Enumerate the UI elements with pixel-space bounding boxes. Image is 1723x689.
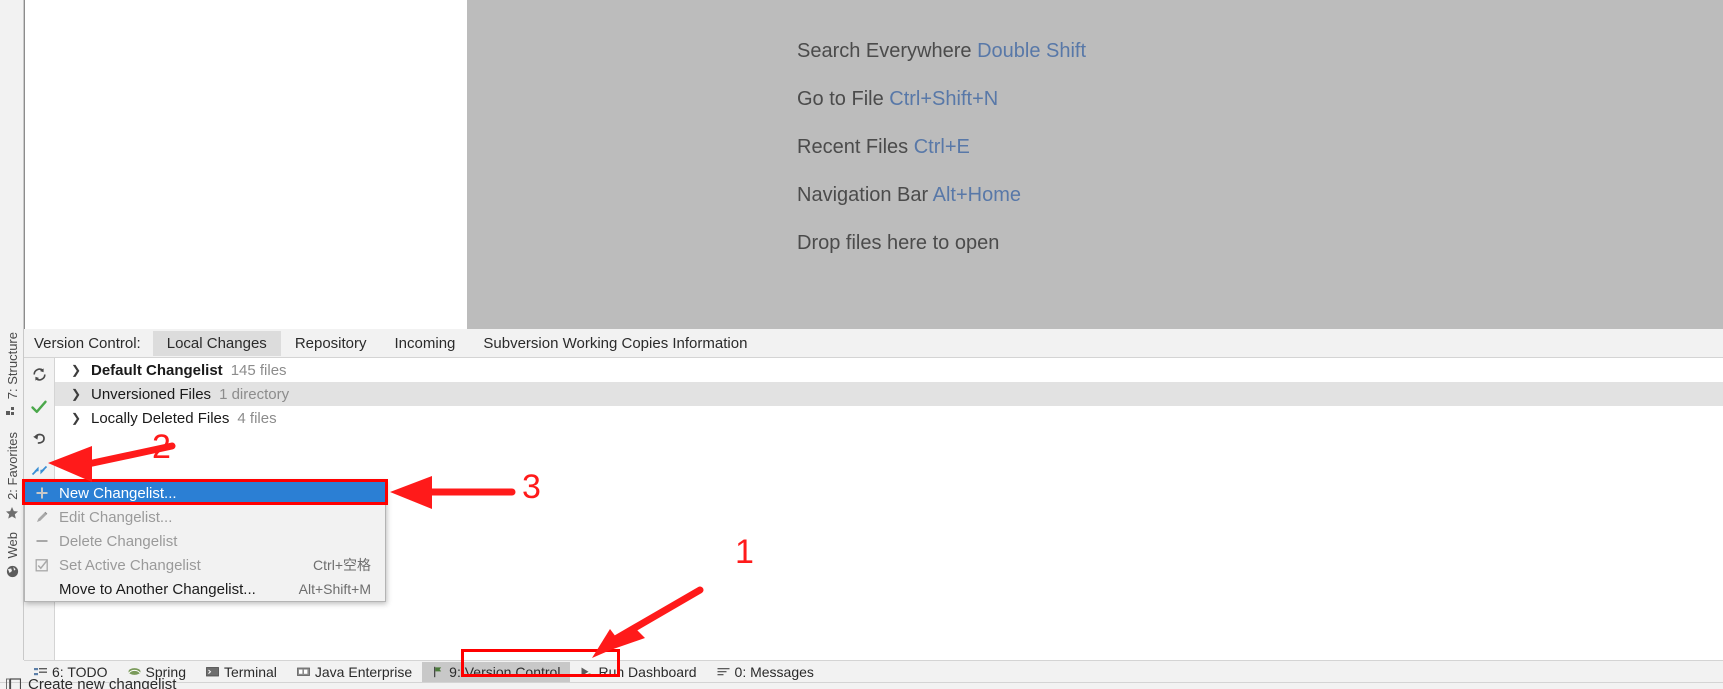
branch-icon [432, 666, 444, 678]
refresh-button[interactable] [26, 364, 52, 390]
hint-row: Navigation Bar Alt+Home [797, 184, 1497, 207]
changelist-count: 145 files [230, 361, 287, 379]
commit-button[interactable] [26, 396, 52, 422]
bottom-tab-messages[interactable]: 0: Messages [707, 662, 824, 682]
commit-check-icon [30, 398, 48, 421]
tab-subversion-working-copies-information[interactable]: Subversion Working Copies Information [469, 331, 761, 356]
hint-shortcut: Double Shift [977, 40, 1087, 62]
editor-hints: Search Everywhere Double Shift Go to Fil… [797, 40, 1497, 280]
sidebar-item-web[interactable]: Web [0, 530, 24, 578]
checkbox-icon [31, 558, 53, 572]
sidebar-item-favorites[interactable]: 2: Favorites [0, 430, 24, 520]
version-control-title: Version Control: [34, 334, 141, 352]
bottom-tab-run-dashboard[interactable]: Run Dashboard [570, 662, 706, 682]
terminal-icon [206, 666, 219, 677]
chevron-right-icon[interactable]: ❯ [71, 388, 81, 400]
chevron-right-icon[interactable]: ❯ [71, 412, 81, 424]
hint-label: Drop files here to open [797, 232, 1000, 254]
menu-item-label: New Changelist... [59, 484, 177, 502]
status-bar-text: Create new changelist [28, 676, 177, 689]
editor-area: Search Everywhere Double Shift Go to Fil… [24, 0, 1723, 329]
hint-shortcut: Ctrl+E [913, 136, 970, 158]
editor-blank-panel [25, 0, 467, 329]
messages-icon [717, 666, 730, 677]
globe-icon [6, 565, 19, 578]
hint-row: Recent Files Ctrl+E [797, 136, 1497, 159]
menu-item-label: Move to Another Changelist... [59, 580, 256, 598]
bottom-tab-terminal[interactable]: Terminal [196, 662, 287, 682]
changelist-name: Unversioned Files [91, 385, 212, 403]
tab-local-changes[interactable]: Local Changes [152, 330, 281, 356]
menu-item-delete-changelist[interactable]: Delete Changelist [25, 529, 385, 553]
bottom-tab-label: 0: Messages [734, 663, 814, 680]
menu-item-edit-changelist[interactable]: Edit Changelist... [25, 505, 385, 529]
chevron-right-icon[interactable]: ❯ [71, 364, 81, 376]
menu-item-shortcut: Ctrl+空格 [313, 557, 371, 573]
changelist-row-unversioned[interactable]: ❯ Unversioned Files 1 directory [55, 382, 1723, 406]
bottom-tab-java-enterprise[interactable]: Java Enterprise [287, 662, 422, 682]
changelist-count: 4 files [237, 409, 277, 427]
minus-icon [31, 534, 53, 548]
hint-shortcut: Ctrl+Shift+N [889, 88, 999, 110]
changelist-name: Default Changelist [91, 361, 223, 379]
annotation-number-1: 1 [735, 533, 754, 571]
hint-label: Recent Files [797, 136, 909, 158]
bottom-tab-label: Java Enterprise [314, 663, 413, 680]
refresh-icon [31, 366, 48, 388]
hint-shortcut: Alt+Home [932, 184, 1022, 206]
rollback-icon [31, 430, 48, 452]
pencil-icon [31, 510, 53, 524]
star-icon [5, 506, 19, 520]
plus-icon [31, 486, 53, 500]
window-icon [6, 678, 22, 689]
ide-window: 7: Structure 2: Favorites Web Search Eve… [0, 0, 1723, 689]
tab-repository[interactable]: Repository [281, 331, 381, 356]
changelist-count: 1 directory [219, 385, 290, 403]
annotation-number-3: 3 [522, 468, 541, 506]
hint-label: Navigation Bar [797, 184, 929, 206]
sidebar-item-favorites-label: 2: Favorites [4, 432, 20, 500]
hint-label: Go to File [797, 88, 884, 110]
changelist-context-menu: New Changelist... Edit Changelist... Del… [24, 480, 386, 602]
annotation-number-2: 2 [152, 428, 171, 466]
bottom-tool-window-bar: 6: TODO Spring Terminal Java Enterprise … [24, 660, 1723, 682]
changelist-row-default[interactable]: ❯ Default Changelist 145 files [55, 358, 1723, 382]
left-tool-strip: 7: Structure 2: Favorites Web [0, 0, 24, 660]
changelist-name: Locally Deleted Files [91, 409, 230, 427]
bottom-tab-label: Terminal [223, 663, 277, 680]
status-bar [0, 682, 1723, 689]
menu-item-move-to-another-changelist[interactable]: Move to Another Changelist... Alt+Shift+… [25, 577, 385, 601]
tab-incoming[interactable]: Incoming [381, 331, 470, 356]
hint-row: Go to File Ctrl+Shift+N [797, 88, 1497, 111]
sidebar-item-structure-label: 7: Structure [4, 332, 20, 400]
menu-item-shortcut: Alt+Shift+M [298, 581, 371, 597]
menu-item-new-changelist[interactable]: New Changelist... [25, 481, 385, 505]
hint-row-drop-files: Drop files here to open [797, 232, 1497, 255]
menu-item-label: Delete Changelist [59, 532, 178, 550]
java-icon [296, 666, 310, 677]
menu-item-label: Set Active Changelist [59, 556, 201, 574]
menu-item-label: Edit Changelist... [59, 508, 173, 526]
structure-icon [6, 405, 18, 417]
menu-item-set-active-changelist[interactable]: Set Active Changelist Ctrl+空格 [25, 553, 385, 577]
sidebar-item-web-label: Web [4, 532, 20, 559]
run-icon [580, 666, 593, 678]
rollback-button[interactable] [26, 428, 52, 454]
bottom-tab-label: Run Dashboard [598, 663, 697, 680]
hint-row: Search Everywhere Double Shift [797, 40, 1497, 63]
sidebar-item-structure[interactable]: 7: Structure [0, 330, 24, 417]
bottom-tab-label: 9: Version Control [449, 663, 561, 680]
version-control-header: Version Control: Local Changes Repositor… [24, 329, 1723, 358]
status-bar-message: Create new changelist [6, 676, 176, 689]
changelist-row-locally-deleted[interactable]: ❯ Locally Deleted Files 4 files [55, 406, 1723, 430]
hint-label: Search Everywhere [797, 40, 972, 62]
bottom-tab-version-control[interactable]: 9: Version Control [422, 661, 571, 682]
